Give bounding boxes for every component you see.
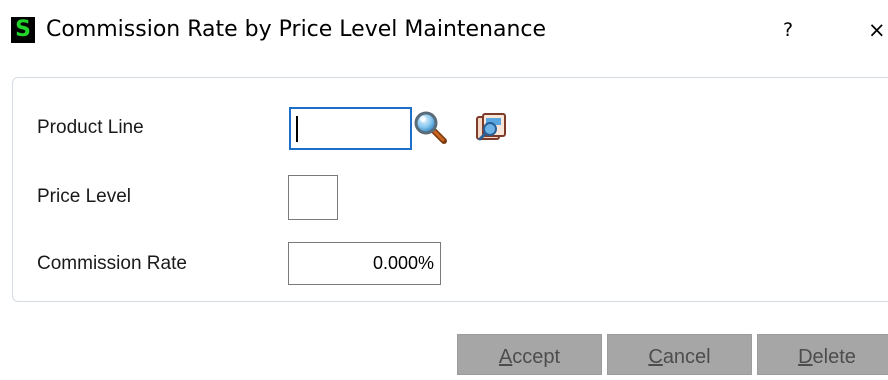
- window-title: Commission Rate by Price Level Maintenan…: [46, 17, 547, 42]
- cancel-mnemonic: C: [648, 346, 663, 368]
- commission-rate-label: Commission Rate: [37, 253, 187, 274]
- cancel-button[interactable]: Cancel: [607, 334, 752, 375]
- delete-button[interactable]: Delete: [757, 334, 888, 375]
- delete-mnemonic: D: [798, 346, 813, 368]
- commission-rate-input[interactable]: 0.000%: [288, 242, 441, 285]
- price-level-label: Price Level: [37, 186, 131, 207]
- accept-button[interactable]: Accept: [457, 334, 602, 375]
- app-icon: S: [11, 17, 35, 43]
- browse-list-icon[interactable]: [474, 111, 508, 145]
- price-level-input[interactable]: [288, 175, 338, 220]
- accept-label: ccept: [512, 346, 561, 368]
- delete-label: elete: [812, 346, 856, 368]
- product-line-input[interactable]: [289, 107, 412, 150]
- text-caret: [296, 116, 298, 142]
- magnifier-lookup-icon[interactable]: [413, 110, 449, 146]
- title-bar: S Commission Rate by Price Level Mainten…: [0, 0, 888, 60]
- help-button[interactable]: ?: [778, 16, 798, 44]
- close-button[interactable]: ×: [868, 16, 888, 44]
- product-line-label: Product Line: [37, 117, 144, 138]
- cancel-label: ancel: [662, 346, 711, 368]
- accept-mnemonic: A: [498, 346, 513, 368]
